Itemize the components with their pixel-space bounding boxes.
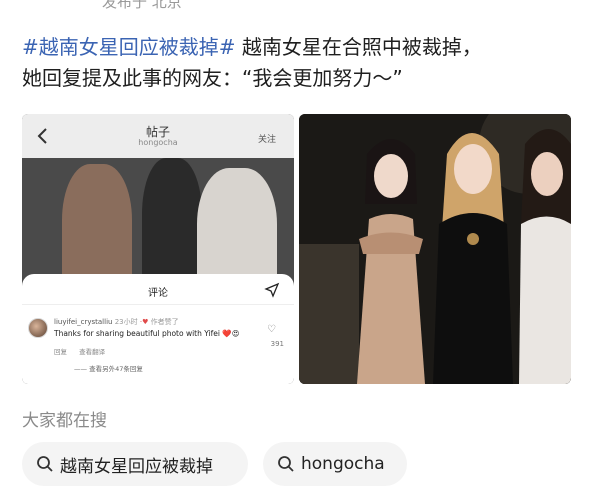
divider xyxy=(22,304,294,305)
comment-username: liuyifei_crystalliu xyxy=(54,318,113,326)
search-chip-2[interactable]: hongocha xyxy=(263,442,407,486)
group-photo-drawing xyxy=(299,114,571,384)
comment-sheet: 评论 liuyifei_crystalliu 23小时 ·♥ 作者赞了 Than… xyxy=(22,274,294,384)
group-photo-image[interactable] xyxy=(299,114,571,384)
search-chip-label: 越南女星回应被裁掉 xyxy=(60,456,213,477)
post-text-line-2: 她回复提及此事的网友：“我会更加努力～” xyxy=(22,66,403,90)
share-icon xyxy=(264,282,280,298)
more-replies-text: 查看另外47条回复 xyxy=(89,365,143,373)
search-chip-label: hongocha xyxy=(301,454,385,474)
heart-icon: ·♥ xyxy=(139,318,149,326)
topic-hashtag-link[interactable]: #越南女星回应被裁掉# xyxy=(22,35,236,59)
author-liked-badge: 作者赞了 xyxy=(150,318,179,326)
like-count: 391 xyxy=(270,340,284,348)
screenshot-header: 帖子 hongocha 关注 xyxy=(22,114,294,158)
search-chip-1[interactable]: 越南女星回应被裁掉 xyxy=(22,442,248,486)
reply-label: 回复 xyxy=(54,348,67,356)
blurred-background-photo xyxy=(22,158,294,288)
trending-search-label: 大家都在搜 xyxy=(22,411,107,431)
figure-shape xyxy=(142,158,202,288)
post-text-line-1: 越南女星在合照中被裁掉， xyxy=(235,35,482,59)
follow-label: 关注 xyxy=(257,135,276,145)
figure-shape xyxy=(197,168,277,288)
comment-screenshot-image[interactable]: 帖子 hongocha 关注 评论 liuyifei_crystalliu 23… xyxy=(22,114,294,384)
search-icon xyxy=(278,456,294,472)
figure-shape xyxy=(62,164,132,288)
publish-location-text: 发布于 北京 xyxy=(102,0,182,11)
more-replies-label: —— 查看另外47条回复 xyxy=(74,365,143,373)
comment-sheet-title: 评论 xyxy=(148,288,168,299)
comment-time: 23小时 xyxy=(114,318,138,326)
comment-text: Thanks for sharing beautiful photo with … xyxy=(54,329,240,338)
like-heart-icon: ♡ xyxy=(267,324,276,335)
search-icon xyxy=(37,456,53,472)
post-text: #越南女星回应被裁掉# 越南女星在合照中被裁掉， 她回复提及此事的网友：“我会更… xyxy=(22,32,574,94)
comment-header: liuyifei_crystalliu 23小时 ·♥ 作者赞了 xyxy=(54,317,179,327)
screenshot-subtitle: hongocha xyxy=(138,138,178,147)
post-line-1: #越南女星回应被裁掉# 越南女星在合照中被裁掉， xyxy=(22,32,574,63)
avatar xyxy=(28,318,48,338)
comment-actions: 回复 查看翻译 xyxy=(54,346,115,356)
translate-label: 查看翻译 xyxy=(79,348,106,356)
